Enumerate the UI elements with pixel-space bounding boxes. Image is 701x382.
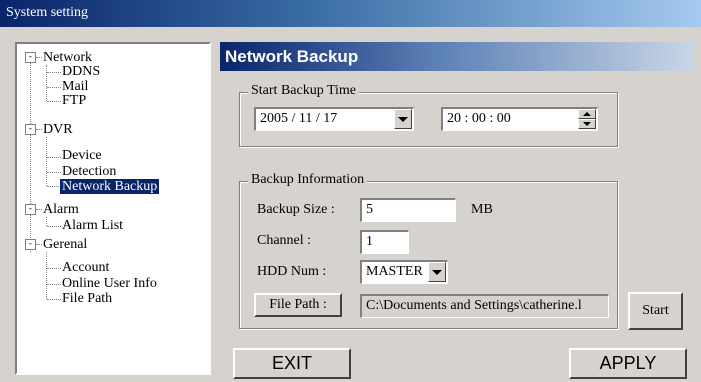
hdd-num-value: MASTER — [366, 264, 423, 279]
tree-branch-line — [46, 65, 47, 101]
arrow-down-icon — [583, 122, 591, 126]
tree-node-file-path[interactable]: File Path — [62, 291, 112, 306]
tree-connector — [47, 268, 61, 269]
tree-connector — [47, 226, 61, 227]
tree-connector — [47, 186, 61, 187]
tree-node-network-backup[interactable]: Network Backup — [60, 179, 160, 194]
channel-input[interactable]: 1 — [360, 230, 409, 254]
tree-branch-line — [46, 137, 47, 186]
file-path-button[interactable]: File Path : — [254, 293, 342, 317]
backup-size-unit: MB — [471, 202, 493, 217]
tree-connector — [47, 172, 61, 173]
start-button-label: Start — [642, 303, 669, 318]
tree-node-ftp[interactable]: FTP — [62, 93, 86, 108]
exit-button[interactable]: EXIT — [233, 348, 351, 379]
tree-node-general[interactable]: Gerenal — [43, 237, 87, 252]
tree-connector — [47, 101, 61, 102]
window-title: System setting — [6, 5, 89, 20]
backup-time-input[interactable]: 20 : 00 : 00 — [441, 107, 598, 131]
dvr-collapse-icon[interactable]: - — [25, 124, 36, 135]
start-button[interactable]: Start — [628, 292, 683, 330]
tree-node-alarm[interactable]: Alarm — [43, 202, 79, 217]
file-path-button-label: File Path : — [269, 297, 327, 312]
exit-button-label: EXIT — [271, 353, 312, 373]
tree-node-detection[interactable]: Detection — [62, 164, 116, 179]
tree-connector — [36, 57, 42, 58]
tree-node-dvr[interactable]: DVR — [43, 122, 73, 137]
date-dropdown-button[interactable] — [394, 109, 412, 129]
channel-label: Channel : — [257, 233, 312, 248]
tree-node-network[interactable]: Network — [43, 50, 92, 65]
tree-branch-line — [46, 217, 47, 226]
general-collapse-icon[interactable]: - — [25, 239, 36, 250]
backup-size-input[interactable]: 5 — [360, 198, 456, 222]
tree-node-mail[interactable]: Mail — [62, 79, 88, 94]
tree-trunk-line — [30, 58, 31, 252]
settings-tree[interactable]: - Network DDNS Mail FTP - DVR Device Det… — [15, 42, 211, 375]
tree-branch-line — [46, 252, 47, 299]
file-path-value: C:\Documents and Settings\catherine.l — [366, 298, 582, 313]
tree-connector — [36, 129, 42, 130]
tree-connector — [47, 87, 61, 88]
tree-connector — [47, 72, 61, 73]
start-backup-time-label: Start Backup Time — [248, 84, 360, 98]
tree-connector — [47, 299, 61, 300]
file-path-field: C:\Documents and Settings\catherine.l — [360, 294, 609, 318]
tree-connector — [36, 209, 42, 210]
backup-time-value: 20 : 00 : 00 — [447, 111, 511, 126]
tree-node-ddns[interactable]: DDNS — [62, 64, 100, 79]
panel-title: Network Backup — [225, 47, 359, 66]
window-title-bar: System setting — [0, 0, 701, 27]
apply-button-label: APPLY — [599, 353, 657, 373]
network-collapse-icon[interactable]: - — [25, 52, 36, 63]
tree-node-online-user-info[interactable]: Online User Info — [62, 276, 157, 291]
backup-information-label: Backup Information — [248, 173, 368, 187]
arrow-up-icon — [583, 112, 591, 116]
backup-date-value: 2005 / 11 / 17 — [260, 111, 338, 126]
channel-value: 1 — [366, 234, 373, 249]
panel-title-bar: Network Backup — [220, 42, 694, 71]
alarm-collapse-icon[interactable]: - — [25, 204, 36, 215]
chevron-down-icon — [432, 269, 442, 275]
backup-size-label: Backup Size : — [257, 202, 335, 217]
backup-date-select[interactable]: 2005 / 11 / 17 — [254, 107, 414, 131]
backup-size-value: 5 — [366, 202, 373, 217]
tree-node-device[interactable]: Device — [62, 148, 102, 163]
tree-connector — [36, 244, 42, 245]
tree-connector — [47, 284, 61, 285]
time-spin-down-button[interactable] — [578, 119, 596, 129]
tree-connector — [47, 157, 61, 158]
chevron-down-icon — [398, 116, 408, 122]
hdd-num-label: HDD Num : — [257, 264, 327, 279]
apply-button[interactable]: APPLY — [569, 348, 687, 379]
hdd-dropdown-button[interactable] — [428, 262, 446, 282]
tree-node-alarm-list[interactable]: Alarm List — [62, 218, 123, 233]
tree-node-account[interactable]: Account — [62, 260, 109, 275]
time-spin-up-button[interactable] — [578, 109, 596, 119]
